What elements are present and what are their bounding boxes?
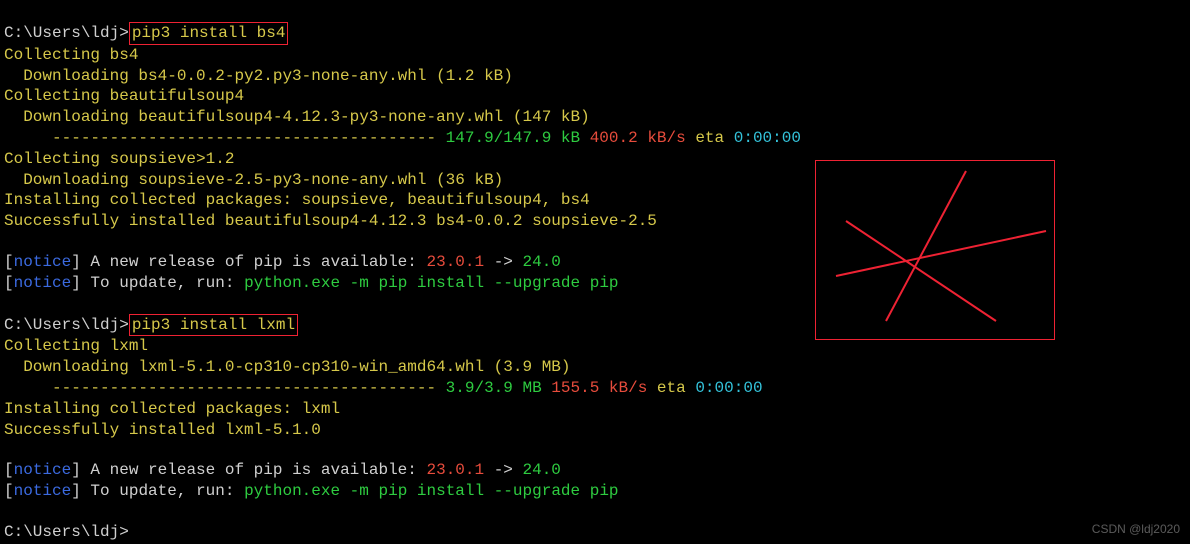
blank-row bbox=[4, 502, 1186, 522]
progress-line: ----------------------------------------… bbox=[4, 128, 1186, 149]
notice-line: [notice] A new release of pip is availab… bbox=[4, 460, 1186, 481]
output-line: Downloading lxml-5.1.0-cp310-cp310-win_a… bbox=[4, 357, 1186, 378]
output-line: Successfully installed lxml-5.1.0 bbox=[4, 420, 1186, 441]
progress-line: ----------------------------------------… bbox=[4, 378, 1186, 399]
prompt-path: C:\Users\ldj> bbox=[4, 24, 129, 42]
prompt-line-1[interactable]: C:\Users\ldj>pip3 install bs4 bbox=[4, 22, 1186, 45]
watermark: CSDN @ldj2020 bbox=[1092, 522, 1180, 538]
annotation-box bbox=[815, 160, 1055, 340]
output-line: Downloading beautifulsoup4-4.12.3-py3-no… bbox=[4, 107, 1186, 128]
output-line: Collecting beautifulsoup4 bbox=[4, 86, 1186, 107]
output-line: Collecting bs4 bbox=[4, 45, 1186, 66]
blank-row bbox=[4, 2, 1186, 22]
scribble-icon bbox=[816, 161, 1056, 341]
highlighted-command-1: pip3 install bs4 bbox=[129, 22, 289, 45]
notice-line: [notice] To update, run: python.exe -m p… bbox=[4, 481, 1186, 502]
prompt-path: C:\Users\ldj> bbox=[4, 523, 129, 541]
prompt-path: C:\Users\ldj> bbox=[4, 316, 129, 334]
prompt-line-3[interactable]: C:\Users\ldj> bbox=[4, 522, 1186, 543]
blank-row bbox=[4, 440, 1186, 460]
output-line: Installing collected packages: lxml bbox=[4, 399, 1186, 420]
output-line: Downloading bs4-0.0.2-py2.py3-none-any.w… bbox=[4, 66, 1186, 87]
highlighted-command-2: pip3 install lxml bbox=[129, 314, 298, 337]
